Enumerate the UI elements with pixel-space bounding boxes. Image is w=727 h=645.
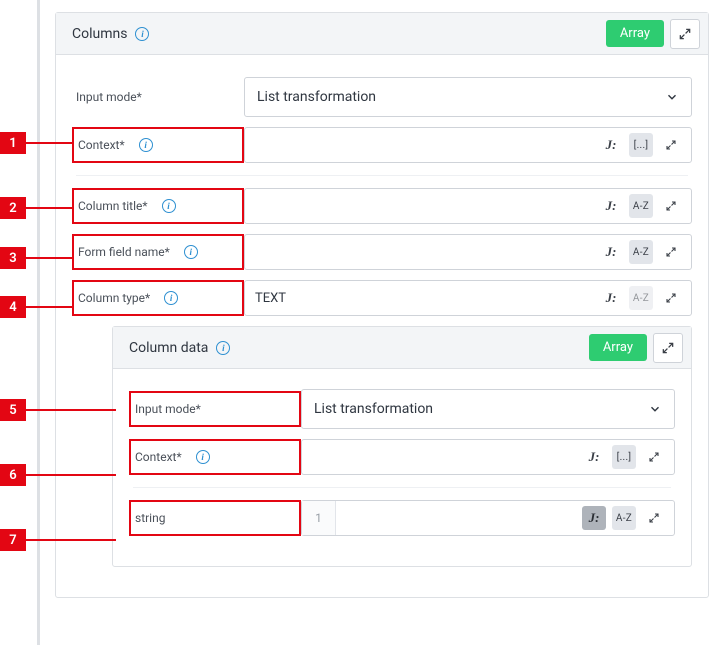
callout-6: 6 <box>0 464 116 486</box>
info-icon[interactable] <box>184 245 198 259</box>
expand-icon[interactable] <box>670 19 700 49</box>
chevron-down-icon <box>665 90 679 104</box>
callout-line <box>26 207 73 209</box>
label-form-field-name: Form field name* <box>72 234 244 270</box>
label-text: Column title* <box>78 199 148 213</box>
info-icon[interactable] <box>135 27 149 41</box>
expand-icon[interactable] <box>659 240 683 264</box>
callout-line <box>26 142 73 144</box>
expand-icon[interactable] <box>659 133 683 157</box>
row-input-mode: Input mode* List transformation <box>72 77 692 117</box>
label-text: string <box>135 511 165 525</box>
columns-panel: Columns Array Input mode* List transform… <box>55 12 709 598</box>
line-number: 1 <box>302 501 336 535</box>
chevron-down-icon <box>648 402 662 416</box>
label-inner-context: Context* <box>129 439 301 475</box>
column-data-panel: Column data Array Input mode* List trans <box>112 326 692 567</box>
callout-number: 7 <box>0 529 26 551</box>
input-area[interactable]: TEXT <box>245 291 599 306</box>
type-badge[interactable]: A-Z <box>629 240 653 264</box>
label-text: Form field name* <box>78 245 170 259</box>
column-title-input[interactable]: J: A-Z <box>244 188 692 224</box>
type-badge[interactable]: A-Z <box>612 506 636 530</box>
json-mode-icon[interactable]: J: <box>599 240 623 264</box>
row-context: Context* J: [...] <box>72 127 692 163</box>
json-mode-icon[interactable]: J: <box>582 506 606 530</box>
column-data-header: Column data Array <box>113 327 691 369</box>
row-column-title: Column title* J: A-Z <box>72 188 692 224</box>
row-inner-context: Context* J: [...] <box>129 439 675 475</box>
columns-header: Columns Array <box>56 13 708 55</box>
callout-number: 4 <box>0 296 26 318</box>
label-column-type: Column type* <box>72 280 244 316</box>
label-inner-string: string <box>129 500 301 536</box>
callout-number: 5 <box>0 399 26 421</box>
expand-icon[interactable] <box>659 286 683 310</box>
callout-3: 3 <box>0 247 73 269</box>
json-mode-icon[interactable]: J: <box>599 194 623 218</box>
expand-icon[interactable] <box>642 506 666 530</box>
expand-icon[interactable] <box>653 333 683 363</box>
callout-2: 2 <box>0 197 73 219</box>
expand-icon[interactable] <box>642 445 666 469</box>
json-mode-icon[interactable]: J: <box>599 133 623 157</box>
json-mode-icon[interactable]: J: <box>599 286 623 310</box>
columns-body: Input mode* List transformation Context* <box>56 55 708 597</box>
input-mode-select[interactable]: List transformation <box>244 77 692 117</box>
form-field-name-input[interactable]: J: A-Z <box>244 234 692 270</box>
json-mode-icon[interactable]: J: <box>582 445 606 469</box>
label-context: Context* <box>72 127 244 163</box>
columns-title: Columns <box>72 26 127 42</box>
label-text: Context* <box>135 450 182 464</box>
callout-1: 1 <box>0 132 73 154</box>
info-icon[interactable] <box>139 138 153 152</box>
type-badge[interactable]: A-Z <box>629 286 653 310</box>
callout-line <box>26 409 116 411</box>
select-value: List transformation <box>257 89 376 105</box>
column-data-title: Column data <box>129 340 208 356</box>
array-pill[interactable]: Array <box>606 20 664 47</box>
context-input[interactable]: J: [...] <box>244 127 692 163</box>
callout-7: 7 <box>0 529 116 551</box>
row-inner-string: string 1 J: A-Z <box>129 500 675 536</box>
callout-number: 2 <box>0 197 26 219</box>
callout-line <box>26 306 73 308</box>
label-inner-input-mode: Input mode* <box>129 391 301 427</box>
row-inner-input-mode: Input mode* List transformation <box>129 389 675 429</box>
label-text: Input mode* <box>76 90 142 104</box>
info-icon[interactable] <box>216 341 230 355</box>
callout-line <box>26 474 116 476</box>
callout-5: 5 <box>0 399 116 421</box>
info-icon[interactable] <box>164 291 178 305</box>
callout-line <box>26 539 116 541</box>
callout-number: 3 <box>0 247 26 269</box>
column-data-body: Input mode* List transformation <box>113 369 691 566</box>
inner-string-input[interactable]: 1 J: A-Z <box>301 500 675 536</box>
column-type-input[interactable]: TEXT J: A-Z <box>244 280 692 316</box>
label-input-mode: Input mode* <box>72 90 244 104</box>
label-column-title: Column title* <box>72 188 244 224</box>
type-badge[interactable]: [...] <box>629 133 653 157</box>
type-badge[interactable]: [...] <box>612 445 636 469</box>
info-icon[interactable] <box>196 450 210 464</box>
info-icon[interactable] <box>162 199 176 213</box>
label-text: Input mode* <box>135 402 201 416</box>
divider <box>76 175 688 176</box>
type-badge[interactable]: A-Z <box>629 194 653 218</box>
callout-number: 1 <box>0 132 26 154</box>
callout-line <box>26 257 73 259</box>
array-pill[interactable]: Array <box>589 334 647 361</box>
inner-input-mode-select[interactable]: List transformation <box>301 389 675 429</box>
label-text: Column type* <box>78 291 150 305</box>
inner-context-input[interactable]: J: [...] <box>301 439 675 475</box>
label-text: Context* <box>78 138 125 152</box>
row-column-type: Column type* TEXT J: A-Z <box>72 280 692 316</box>
row-form-field-name: Form field name* J: A-Z <box>72 234 692 270</box>
divider <box>133 487 671 488</box>
callout-4: 4 <box>0 296 73 318</box>
callout-number: 6 <box>0 464 26 486</box>
select-value: List transformation <box>314 401 433 417</box>
expand-icon[interactable] <box>659 194 683 218</box>
